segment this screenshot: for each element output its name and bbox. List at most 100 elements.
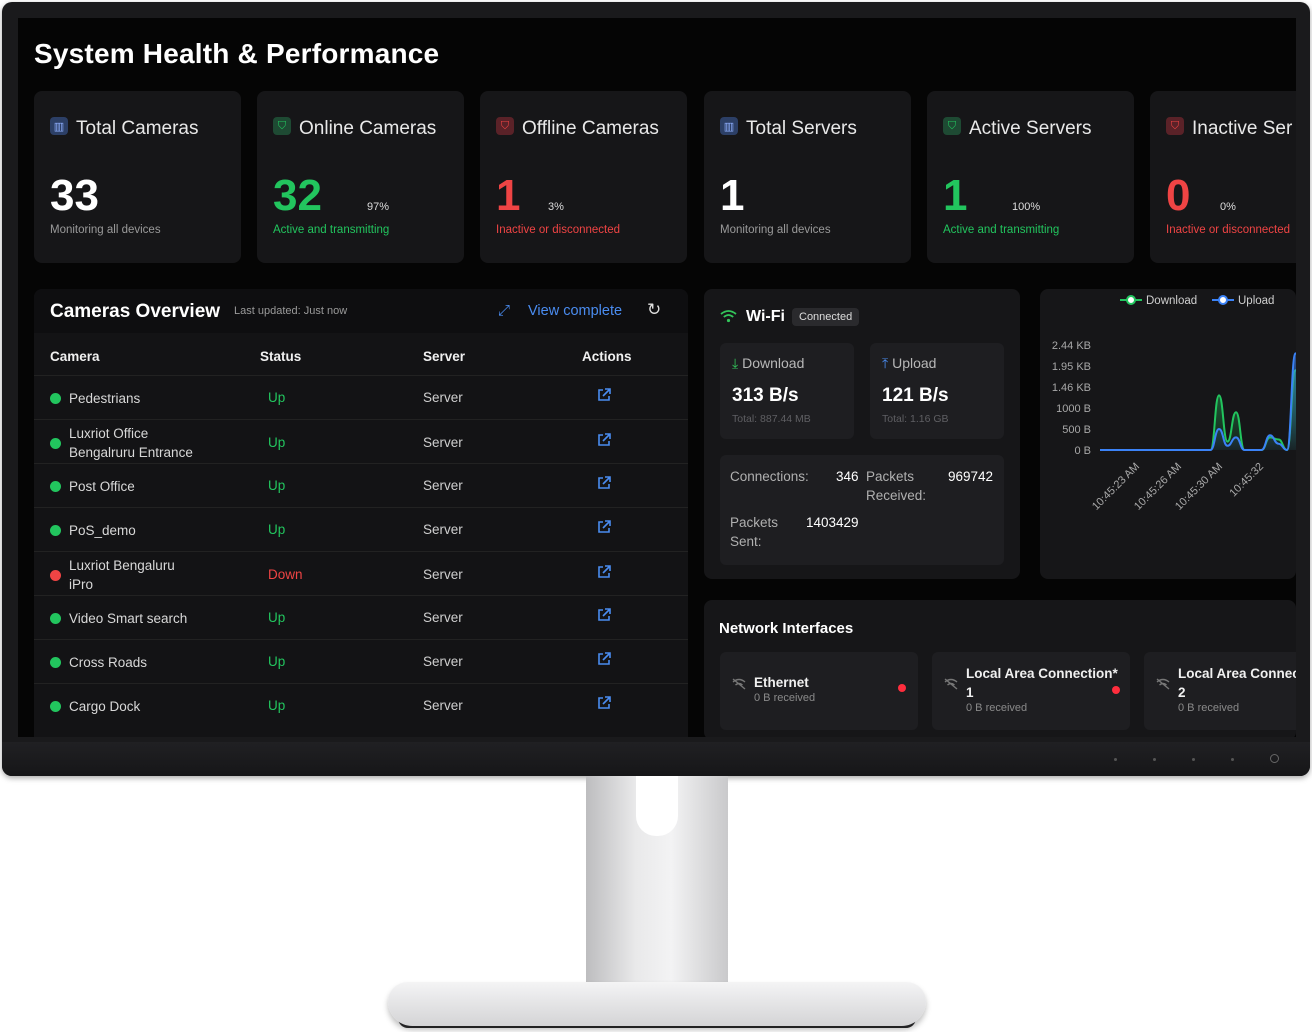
camera-name: Cross Roads xyxy=(69,653,147,672)
stat-card-subtitle: Active and transmitting xyxy=(943,224,1060,236)
camera-name-line: Cargo Dock xyxy=(69,698,141,714)
camera-status: Down xyxy=(268,567,303,582)
monitor-stand-cutout xyxy=(636,776,678,836)
stat-card-label: Active Servers xyxy=(969,118,1092,139)
stat-card-value: 32 xyxy=(273,171,322,220)
open-external-icon[interactable] xyxy=(597,608,611,625)
camera-server: Server xyxy=(423,567,463,582)
stat-card-label: Offline Cameras xyxy=(522,118,659,139)
connection-status-badge: Connected xyxy=(792,308,860,326)
camera-name-line: Video Smart search xyxy=(69,610,188,626)
table-row: Pedestrians Up Server xyxy=(34,375,688,420)
network-interface-name: Local Area Connecti 2 xyxy=(1178,664,1296,702)
download-rate: 313 B/s xyxy=(732,385,799,406)
camera-server: Server xyxy=(423,610,463,625)
table-row: Video Smart search Up Server xyxy=(34,595,688,640)
network-traffic-chart-panel: Download Upload 2.44 KB 1.95 KB 1.46 KB 1000 … xyxy=(1040,289,1296,579)
network-interfaces-title: Network Interfaces xyxy=(719,620,854,637)
legend-label: Upload xyxy=(1238,295,1274,307)
stat-card-label: Total Cameras xyxy=(76,118,199,139)
upload-icon: ⤒ xyxy=(882,355,889,371)
camera-name-line: Cross Roads xyxy=(69,654,148,670)
column-header-server: Server xyxy=(423,349,466,364)
refresh-icon[interactable]: ↻ xyxy=(647,300,661,320)
camera-name: PoS_demo xyxy=(69,521,136,540)
camera-status: Up xyxy=(268,610,286,625)
view-complete-link[interactable]: View complete xyxy=(528,303,622,319)
table-row: PoS_demo Up Server xyxy=(34,507,688,552)
stat-card: ⛉ Active Servers 1 100% Active and transmitt… xyxy=(927,91,1134,263)
power-button-icon xyxy=(1270,754,1279,763)
stat-card-percent: 100% xyxy=(1012,201,1041,213)
stat-card: ▥ Total Cameras 33 Monitoring all devices xyxy=(34,91,241,263)
bar-chart-icon: ▥ xyxy=(50,117,68,135)
camera-server: Server xyxy=(423,478,463,493)
bar-chart-icon: ▥ xyxy=(720,117,738,135)
upload-rate: 121 B/s xyxy=(882,385,949,406)
status-dot xyxy=(898,684,906,692)
stat-card-percent: 97% xyxy=(367,201,390,213)
status-dot xyxy=(50,570,61,581)
open-external-icon[interactable] xyxy=(597,433,611,450)
wifi-icon xyxy=(720,309,737,327)
camera-name-line: Bengalruru Entrance xyxy=(69,445,193,460)
stat-card: ⛉ Inactive Ser 0 0% Inactive or disconnected xyxy=(1150,91,1296,263)
series-line-upload xyxy=(1100,352,1296,452)
stat-card: ▥ Total Servers 1 Monitoring all devices xyxy=(704,91,911,263)
download-total: Total: 887.44 MB xyxy=(732,413,811,425)
camera-server: Server xyxy=(423,698,463,713)
network-interface-card[interactable]: Local Area Connecti 2 0 B received xyxy=(1144,652,1296,730)
network-interface-received: 0 B received xyxy=(754,692,816,704)
wifi-off-icon xyxy=(1156,678,1170,693)
stat-card-subtitle: Inactive or disconnected xyxy=(496,224,621,236)
monitor-button xyxy=(1192,758,1195,761)
network-traffic-chart: Download Upload 2.44 KB 1.95 KB 1.46 KB 1000 … xyxy=(1052,295,1296,513)
stat-card-subtitle: Inactive or disconnected xyxy=(1166,224,1291,236)
camera-server: Server xyxy=(423,435,463,450)
y-tick-label: 1000 B xyxy=(1056,403,1091,415)
status-dot xyxy=(50,481,61,492)
table-row: Luxriot Bengaluru iPro Down Server xyxy=(34,551,688,598)
upload-total: Total: 1.16 GB xyxy=(882,413,949,425)
open-external-icon[interactable] xyxy=(597,565,611,582)
network-interface-card[interactable]: Local Area Connection* 1 0 B received xyxy=(932,652,1130,730)
camera-status: Up xyxy=(268,654,286,669)
wifi-off-icon xyxy=(944,678,958,693)
status-dot xyxy=(50,701,61,712)
column-header-actions: Actions xyxy=(582,349,632,364)
x-tick-label: 10:45:32 xyxy=(1227,461,1266,500)
expand-icon[interactable]: ⤢ xyxy=(498,302,510,319)
camera-name-line: Pedestrians xyxy=(69,390,141,406)
stat-card-subtitle: Monitoring all devices xyxy=(50,224,161,236)
open-external-icon[interactable] xyxy=(597,652,611,669)
status-dot xyxy=(50,438,61,449)
legend-marker xyxy=(1218,295,1228,305)
upload-label-text: Upload xyxy=(892,355,937,371)
camera-status: Up xyxy=(268,435,286,450)
stat-card: ⛉ Offline Cameras 1 3% Inactive or disconnec… xyxy=(480,91,687,263)
network-interfaces-panel: Network Interfaces Ethernet 0 B received L… xyxy=(704,600,1296,737)
camera-name: Luxriot Office Bengalruru Entrance xyxy=(69,424,193,462)
last-updated-text: Last updated: Just now xyxy=(234,305,348,317)
stat-card-percent: 0% xyxy=(1220,201,1236,213)
network-interface-name: Ethernet xyxy=(754,673,809,692)
network-interface-name-line: Local Area Connection* xyxy=(966,666,1118,681)
camera-status: Up xyxy=(268,478,286,493)
open-external-icon[interactable] xyxy=(597,476,611,493)
network-interface-received: 0 B received xyxy=(1178,702,1240,714)
open-external-icon[interactable] xyxy=(597,696,611,713)
open-external-icon[interactable] xyxy=(597,388,611,405)
y-tick-label: 1.95 KB xyxy=(1052,361,1091,373)
network-interface-card[interactable]: Ethernet 0 B received xyxy=(720,652,918,730)
status-dot xyxy=(50,525,61,536)
stat-card-label: Total Servers xyxy=(746,118,857,139)
stat-card-subtitle: Active and transmitting xyxy=(273,224,390,236)
cameras-overview-header: Cameras Overview Last updated: Just now … xyxy=(34,289,688,333)
open-external-icon[interactable] xyxy=(597,520,611,537)
packets-received-label-line1: Packets xyxy=(866,469,915,484)
network-interface-name: Local Area Connection* 1 xyxy=(966,664,1118,702)
cameras-overview-panel: Cameras Overview Last updated: Just now … xyxy=(34,289,688,737)
camera-name-line: iPro xyxy=(69,577,94,592)
stat-card-value: 1 xyxy=(496,171,521,220)
camera-status: Up xyxy=(268,698,286,713)
